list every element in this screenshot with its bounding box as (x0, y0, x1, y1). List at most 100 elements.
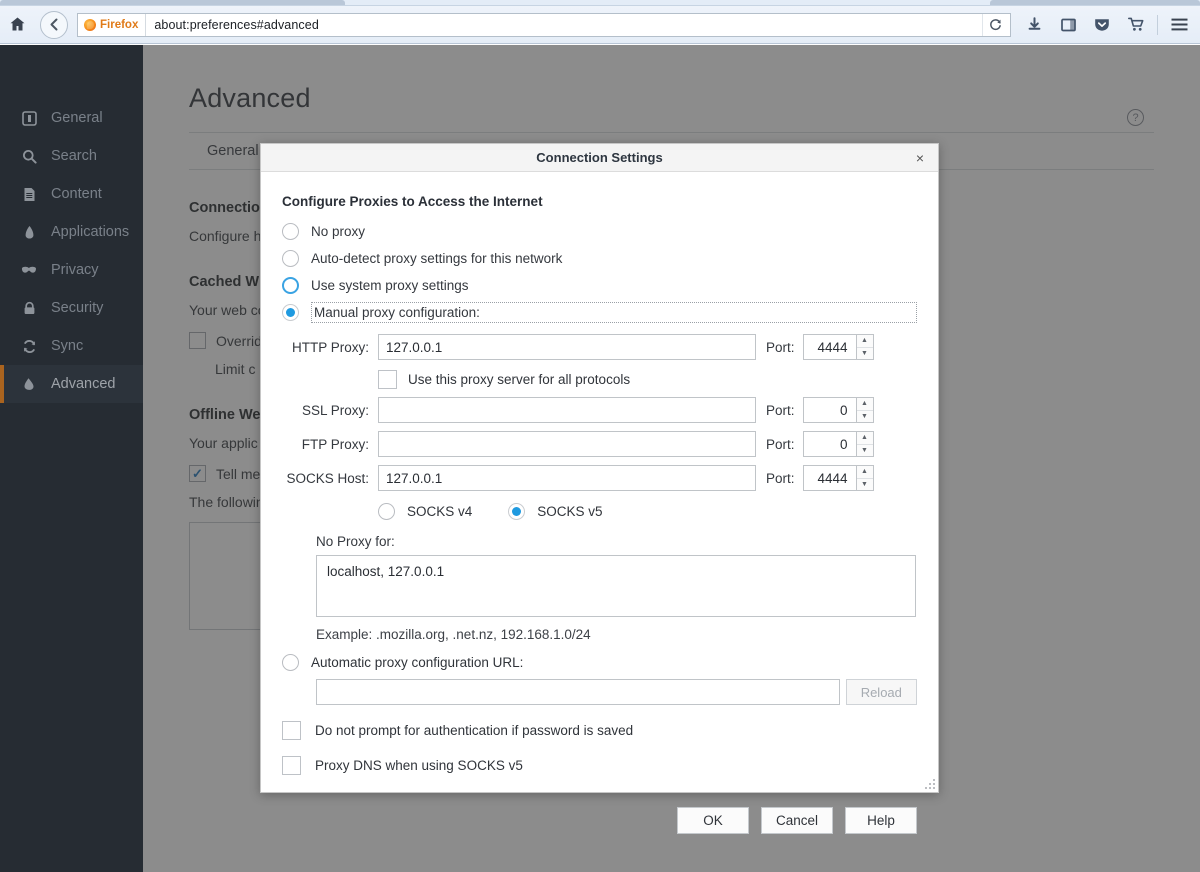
auth-prompt-checkbox[interactable]: Do not prompt for authentication if pass… (282, 721, 917, 740)
cancel-button[interactable]: Cancel (761, 807, 833, 834)
radio-button (282, 277, 299, 294)
pac-url-input[interactable] (316, 679, 840, 705)
socks-host-input[interactable]: 127.0.0.1 (378, 465, 756, 491)
dialog-body: Configure Proxies to Access the Internet… (261, 172, 938, 775)
address-bar[interactable]: Firefox about:preferences#advanced (77, 13, 1011, 37)
reload-pac-button[interactable]: Reload (846, 679, 917, 705)
dialog-resize-grip[interactable] (923, 777, 935, 789)
spinner-up-icon[interactable]: ▲ (857, 432, 873, 445)
ftp-proxy-row: FTP Proxy: Port: 0 ▲ ▼ (282, 431, 917, 457)
socks-port-field: 4444 ▲ ▼ (803, 465, 874, 491)
radio-button (508, 503, 525, 520)
http-port-label: Port: (756, 340, 803, 355)
spinner-up-icon[interactable]: ▲ (857, 335, 873, 348)
reload-icon[interactable] (982, 14, 1008, 36)
radio-label: Auto-detect proxy settings for this netw… (311, 251, 562, 266)
checkbox-label: Do not prompt for authentication if pass… (315, 723, 633, 738)
radio-label: SOCKS v5 (537, 504, 602, 519)
checkbox-box (378, 370, 397, 389)
no-proxy-label: No Proxy for: (282, 534, 917, 549)
radio-button (282, 250, 299, 267)
ssl-proxy-row: SSL Proxy: Port: 0 ▲ ▼ (282, 397, 917, 423)
ssl-proxy-label: SSL Proxy: (282, 403, 378, 418)
site-identity-box[interactable]: Firefox (78, 14, 146, 36)
radio-label: Automatic proxy configuration URL: (311, 655, 523, 670)
close-icon[interactable]: × (910, 148, 930, 168)
proxy-config-heading: Configure Proxies to Access the Internet (282, 194, 917, 209)
back-button[interactable] (40, 11, 68, 39)
spinner-down-icon[interactable]: ▼ (857, 411, 873, 423)
ftp-port-label: Port: (756, 437, 803, 452)
dialog-title: Connection Settings (536, 150, 662, 165)
radio-socks-v5[interactable]: SOCKS v5 (508, 503, 602, 520)
checkbox-label: Proxy DNS when using SOCKS v5 (315, 758, 523, 773)
identity-label: Firefox (100, 19, 138, 31)
ssl-port-spinner[interactable]: ▲ ▼ (857, 397, 874, 423)
menu-icon[interactable] (1162, 6, 1196, 44)
radio-button (378, 503, 395, 520)
ssl-port-input[interactable]: 0 (803, 397, 857, 423)
home-icon[interactable] (0, 6, 34, 44)
sidebar-icon[interactable] (1051, 6, 1085, 44)
checkbox-box (282, 756, 301, 775)
http-port-field: 4444 ▲ ▼ (803, 334, 874, 360)
pocket-icon[interactable] (1085, 6, 1119, 44)
ssl-port-label: Port: (756, 403, 803, 418)
modal-overlay-sidebar (0, 45, 143, 872)
all-protocols-checkbox[interactable]: Use this proxy server for all protocols (282, 370, 917, 389)
help-button[interactable]: Help (845, 807, 917, 834)
spinner-down-icon[interactable]: ▼ (857, 479, 873, 491)
radio-socks-v4[interactable]: SOCKS v4 (378, 503, 472, 520)
http-port-spinner[interactable]: ▲ ▼ (857, 334, 874, 360)
http-proxy-label: HTTP Proxy: (282, 340, 378, 355)
socks-port-input[interactable]: 4444 (803, 465, 857, 491)
socks-port-spinner[interactable]: ▲ ▼ (857, 465, 874, 491)
connection-settings-dialog: Connection Settings × Configure Proxies … (260, 143, 939, 793)
socks-host-label: SOCKS Host: (282, 471, 378, 486)
socks-version-group: SOCKS v4 SOCKS v5 (282, 503, 917, 520)
manual-proxy-focus-outline: Manual proxy configuration: (311, 302, 917, 323)
radio-label: Manual proxy configuration: (314, 305, 480, 320)
radio-automatic-proxy[interactable]: Automatic proxy configuration URL: (282, 654, 917, 671)
proxy-dns-checkbox[interactable]: Proxy DNS when using SOCKS v5 (282, 756, 917, 775)
checkbox-label: Use this proxy server for all protocols (408, 372, 630, 387)
spinner-down-icon[interactable]: ▼ (857, 445, 873, 457)
tab-ghost[interactable] (990, 0, 1200, 5)
ssl-proxy-input[interactable] (378, 397, 756, 423)
radio-system-proxy[interactable]: Use system proxy settings (282, 272, 917, 299)
ftp-proxy-label: FTP Proxy: (282, 437, 378, 452)
http-proxy-input[interactable]: 127.0.0.1 (378, 334, 756, 360)
radio-label: Use system proxy settings (311, 278, 469, 293)
spinner-up-icon[interactable]: ▲ (857, 466, 873, 479)
tab-ghost[interactable] (0, 0, 345, 5)
cart-icon[interactable] (1119, 6, 1153, 44)
radio-auto-detect[interactable]: Auto-detect proxy settings for this netw… (282, 245, 917, 272)
download-icon[interactable] (1017, 6, 1051, 44)
toolbar-separator (1157, 15, 1158, 35)
no-proxy-textarea[interactable]: localhost, 127.0.0.1 (316, 555, 916, 617)
radio-button (282, 654, 299, 671)
checkbox-box (282, 721, 301, 740)
pac-url-row: Reload (316, 679, 917, 705)
firefox-logo-icon (84, 19, 96, 31)
ok-button[interactable]: OK (677, 807, 749, 834)
radio-button (282, 304, 299, 321)
dialog-button-row: OK Cancel Help (261, 807, 938, 834)
url-text[interactable]: about:preferences#advanced (146, 18, 319, 32)
ssl-port-field: 0 ▲ ▼ (803, 397, 874, 423)
radio-no-proxy[interactable]: No proxy (282, 218, 917, 245)
ftp-proxy-input[interactable] (378, 431, 756, 457)
spinner-up-icon[interactable]: ▲ (857, 398, 873, 411)
socks-port-label: Port: (756, 471, 803, 486)
ftp-port-spinner[interactable]: ▲ ▼ (857, 431, 874, 457)
http-proxy-row: HTTP Proxy: 127.0.0.1 Port: 4444 ▲ ▼ (282, 334, 917, 360)
radio-label: No proxy (311, 224, 365, 239)
toolbar-icons (1017, 6, 1200, 44)
radio-label: SOCKS v4 (407, 504, 472, 519)
spinner-down-icon[interactable]: ▼ (857, 348, 873, 360)
no-proxy-example: Example: .mozilla.org, .net.nz, 192.168.… (316, 627, 917, 642)
ftp-port-input[interactable]: 0 (803, 431, 857, 457)
http-port-input[interactable]: 4444 (803, 334, 857, 360)
radio-manual-proxy[interactable]: Manual proxy configuration: (282, 299, 917, 326)
socks-host-row: SOCKS Host: 127.0.0.1 Port: 4444 ▲ ▼ (282, 465, 917, 491)
